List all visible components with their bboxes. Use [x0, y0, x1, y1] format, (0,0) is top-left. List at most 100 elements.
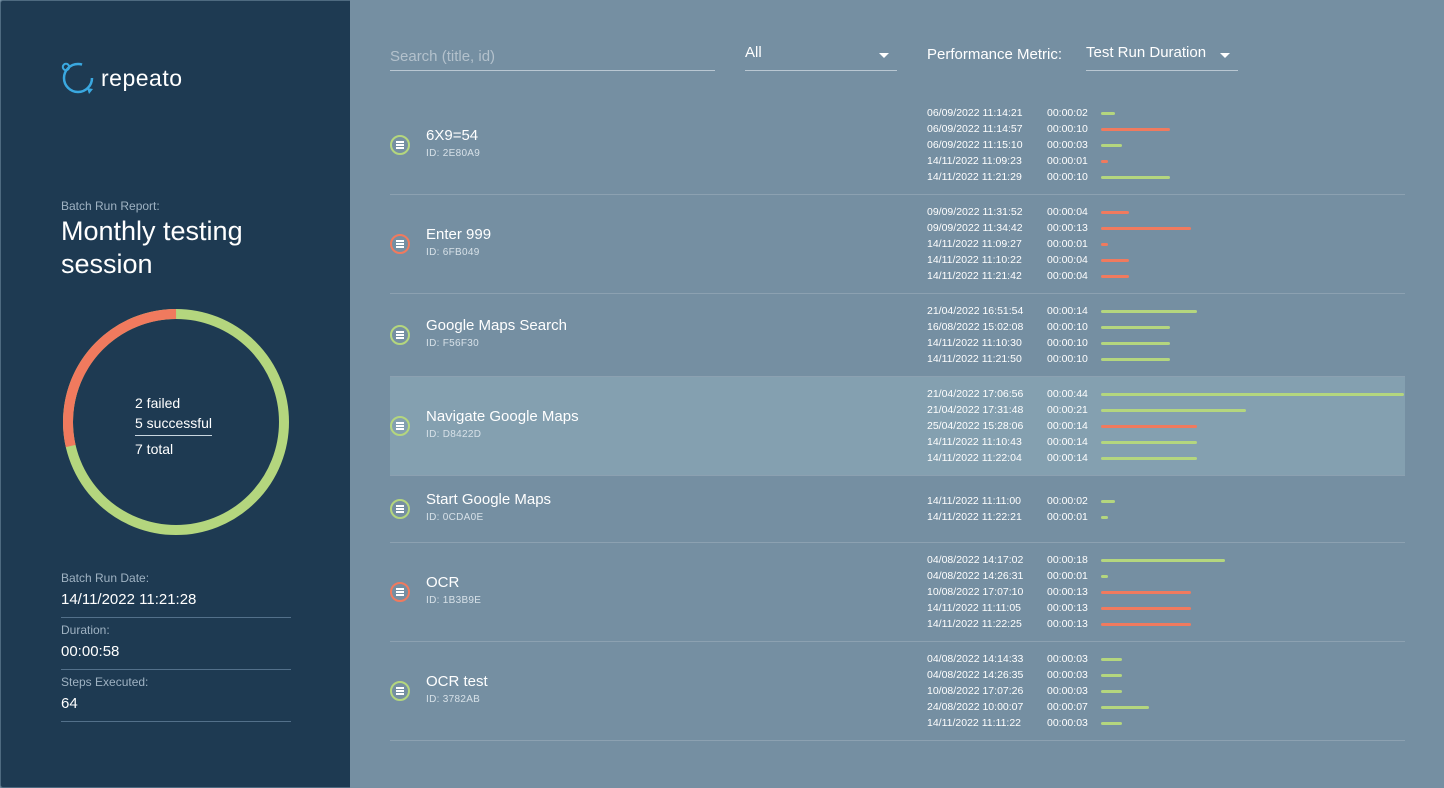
test-row[interactable]: OCR ID: 1B3B9E 04/08/2022 14:17:02 00:00:18…	[390, 543, 1405, 642]
status-filter-select[interactable]: All	[745, 44, 897, 71]
run-entry[interactable]: 14/11/2022 11:09:23 00:00:01	[927, 153, 1405, 169]
test-status-icon	[390, 499, 410, 519]
run-duration: 00:00:18	[1047, 554, 1088, 566]
run-duration-bar	[1101, 275, 1129, 278]
test-name[interactable]: Navigate Google Maps	[426, 408, 579, 425]
run-entry[interactable]: 14/11/2022 11:21:50 00:00:10	[927, 351, 1405, 367]
run-duration-bar	[1101, 128, 1170, 131]
run-entry[interactable]: 14/11/2022 11:22:25 00:00:13	[927, 616, 1405, 632]
run-date: 14/11/2022 11:21:42	[927, 270, 1022, 282]
run-duration: 00:00:01	[1047, 155, 1088, 167]
run-entry[interactable]: 14/11/2022 11:22:21 00:00:01	[927, 509, 1405, 525]
search-field[interactable]	[390, 44, 715, 71]
run-date: 04/08/2022 14:14:33	[927, 653, 1024, 665]
run-entry[interactable]: 06/09/2022 11:14:57 00:00:10	[927, 121, 1405, 137]
test-list: 6X9=54 ID: 2E80A9 06/09/2022 11:14:21 00:00…	[390, 96, 1405, 741]
successful-count-text: 5 successful	[135, 413, 213, 436]
run-duration: 00:00:10	[1047, 171, 1088, 183]
run-duration: 00:00:02	[1047, 107, 1088, 119]
run-entry[interactable]: 14/11/2022 11:10:22 00:00:04	[927, 252, 1405, 268]
run-date: 14/11/2022 11:22:25	[927, 618, 1022, 630]
run-date: 10/08/2022 17:07:10	[927, 586, 1024, 598]
run-entry[interactable]: 14/11/2022 11:22:04 00:00:14	[927, 450, 1405, 466]
test-status-icon	[390, 416, 410, 436]
test-name[interactable]: 6X9=54	[426, 127, 478, 144]
run-date: 04/08/2022 14:26:31	[927, 570, 1024, 582]
test-name[interactable]: OCR	[426, 574, 459, 591]
run-entry[interactable]: 06/09/2022 11:14:21 00:00:02	[927, 105, 1405, 121]
run-entry[interactable]: 10/08/2022 17:07:10 00:00:13	[927, 584, 1405, 600]
run-date: 14/11/2022 11:10:30	[927, 337, 1022, 349]
report-label: Batch Run Report:	[61, 199, 160, 213]
logo[interactable]: repeato	[61, 59, 183, 97]
steps-value: 64	[61, 695, 78, 712]
test-status-icon	[390, 135, 410, 155]
run-entry[interactable]: 24/08/2022 10:00:07 00:00:07	[927, 699, 1405, 715]
batch-date-block: Batch Run Date: 14/11/2022 11:21:28	[61, 571, 291, 618]
test-row[interactable]: OCR test ID: 3782AB 04/08/2022 14:14:33 00:…	[390, 642, 1405, 741]
run-date: 06/09/2022 11:15:10	[927, 139, 1023, 151]
batch-date-value: 14/11/2022 11:21:28	[61, 591, 197, 608]
run-date: 16/08/2022 15:02:08	[927, 321, 1024, 333]
run-entry[interactable]: 21/04/2022 17:06:56 00:00:44	[927, 386, 1405, 402]
run-duration-bar	[1101, 516, 1108, 519]
run-entry[interactable]: 04/08/2022 14:26:35 00:00:03	[927, 667, 1405, 683]
test-status-icon	[390, 325, 410, 345]
failed-count-text: 2 failed	[135, 395, 181, 411]
run-entry[interactable]: 21/04/2022 17:31:48 00:00:21	[927, 402, 1405, 418]
run-entry[interactable]: 14/11/2022 11:11:22 00:00:03	[927, 715, 1405, 731]
run-duration: 00:00:10	[1047, 321, 1088, 333]
run-entry[interactable]: 14/11/2022 11:10:43 00:00:14	[927, 434, 1405, 450]
run-entry[interactable]: 14/11/2022 11:21:29 00:00:10	[927, 169, 1405, 185]
test-name[interactable]: Start Google Maps	[426, 491, 551, 508]
run-entry[interactable]: 10/08/2022 17:07:26 00:00:03	[927, 683, 1405, 699]
run-duration-bar	[1101, 144, 1122, 147]
test-name[interactable]: OCR test	[426, 673, 488, 690]
run-date: 06/09/2022 11:14:57	[927, 123, 1023, 135]
run-date: 24/08/2022 10:00:07	[927, 701, 1024, 713]
run-duration: 00:00:10	[1047, 123, 1088, 135]
run-duration-bar	[1101, 658, 1122, 661]
run-entry[interactable]: 04/08/2022 14:17:02 00:00:18	[927, 552, 1405, 568]
test-row[interactable]: Enter 999 ID: 6FB049 09/09/2022 11:31:52 00…	[390, 195, 1405, 294]
run-duration-bar	[1101, 706, 1149, 709]
run-duration: 00:00:04	[1047, 270, 1088, 282]
performance-metric-select[interactable]: Test Run Duration	[1086, 44, 1238, 71]
test-row[interactable]: Start Google Maps ID: 0CDA0E 14/11/2022 11…	[390, 476, 1405, 543]
run-entry[interactable]: 14/11/2022 11:09:27 00:00:01	[927, 236, 1405, 252]
test-row[interactable]: Google Maps Search ID: F56F30 21/04/2022 1…	[390, 294, 1405, 377]
run-entry[interactable]: 16/08/2022 15:02:08 00:00:10	[927, 319, 1405, 335]
run-entry[interactable]: 09/09/2022 11:31:52 00:00:04	[927, 204, 1405, 220]
run-entry[interactable]: 21/04/2022 16:51:54 00:00:14	[927, 303, 1405, 319]
duration-block: Duration: 00:00:58	[61, 623, 291, 670]
run-date: 10/08/2022 17:07:26	[927, 685, 1024, 697]
total-count-text: 7 total	[135, 441, 174, 457]
run-duration-bar	[1101, 112, 1115, 115]
run-date: 04/08/2022 14:17:02	[927, 554, 1024, 566]
run-entry[interactable]: 14/11/2022 11:21:42 00:00:04	[927, 268, 1405, 284]
run-duration: 00:00:01	[1047, 238, 1088, 250]
run-date: 14/11/2022 11:21:50	[927, 353, 1022, 365]
test-row[interactable]: 6X9=54 ID: 2E80A9 06/09/2022 11:14:21 00:00…	[390, 96, 1405, 195]
test-name[interactable]: Enter 999	[426, 226, 491, 243]
run-entry[interactable]: 09/09/2022 11:34:42 00:00:13	[927, 220, 1405, 236]
run-duration: 00:00:13	[1047, 222, 1088, 234]
test-id: ID: D8422D	[426, 429, 482, 440]
run-duration-bar	[1101, 409, 1246, 412]
test-row[interactable]: Navigate Google Maps ID: D8422D 21/04/2022…	[390, 377, 1405, 476]
run-duration-bar	[1101, 310, 1197, 313]
repeato-logo-icon	[61, 62, 94, 94]
run-entry[interactable]: 14/11/2022 11:11:00 00:00:02	[927, 493, 1405, 509]
search-input[interactable]	[390, 44, 715, 68]
test-name[interactable]: Google Maps Search	[426, 317, 567, 334]
run-entry[interactable]: 06/09/2022 11:15:10 00:00:03	[927, 137, 1405, 153]
run-entry[interactable]: 04/08/2022 14:14:33 00:00:03	[927, 651, 1405, 667]
run-entry[interactable]: 14/11/2022 11:10:30 00:00:10	[927, 335, 1405, 351]
chevron-down-icon	[879, 53, 889, 58]
run-entry[interactable]: 14/11/2022 11:11:05 00:00:13	[927, 600, 1405, 616]
test-id: ID: 1B3B9E	[426, 595, 482, 606]
run-duration-bar	[1101, 211, 1129, 214]
run-entry[interactable]: 04/08/2022 14:26:31 00:00:01	[927, 568, 1405, 584]
run-date: 14/11/2022 11:10:43	[927, 436, 1022, 448]
run-entry[interactable]: 25/04/2022 15:28:06 00:00:14	[927, 418, 1405, 434]
